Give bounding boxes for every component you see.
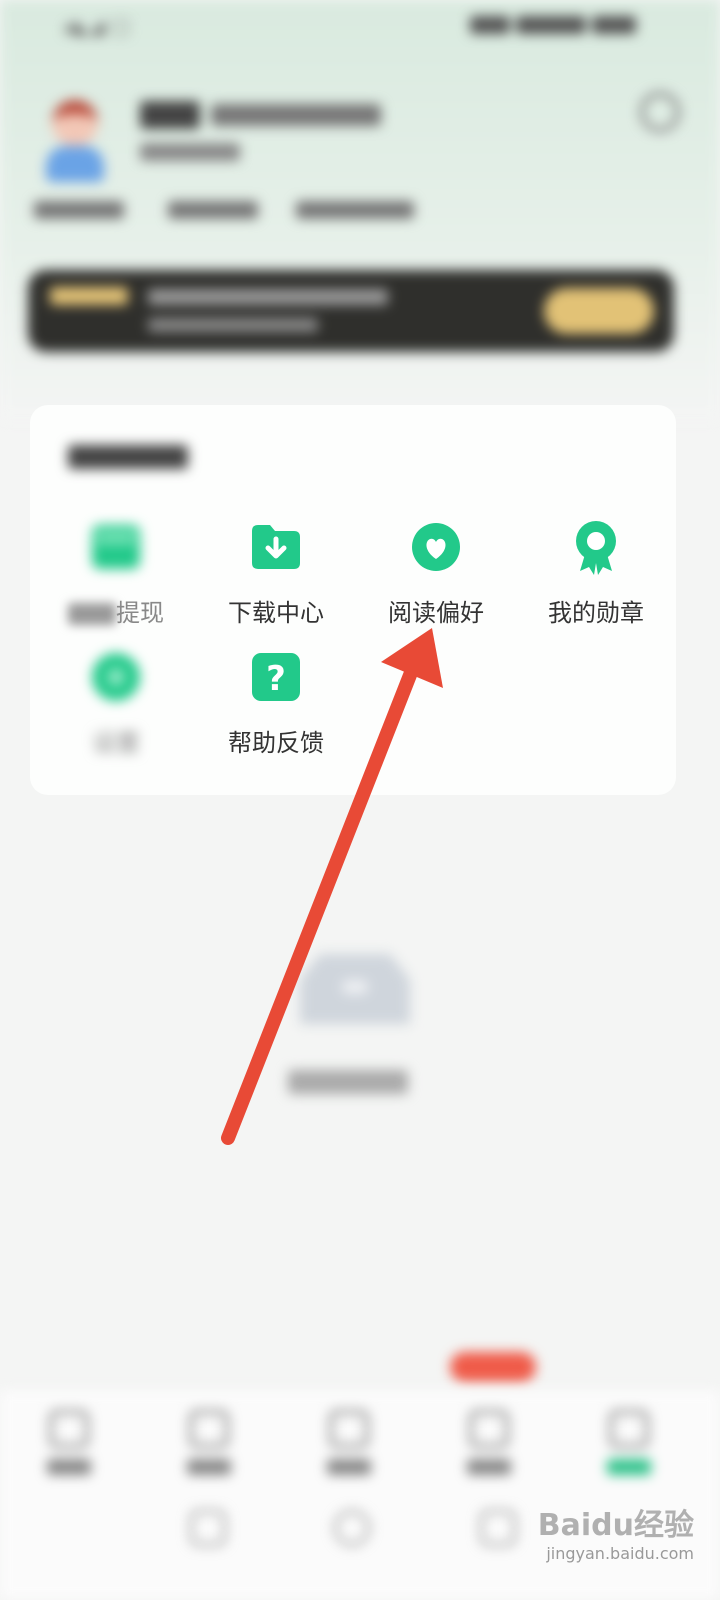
vip-description [148, 286, 388, 310]
service-help-feedback[interactable]: ? 帮助反馈 [196, 647, 356, 777]
help-icon: ? [246, 647, 306, 707]
nav-item[interactable] [34, 1410, 104, 1480]
vip-tag [50, 286, 128, 310]
nav-item[interactable] [314, 1410, 384, 1480]
username [140, 94, 382, 132]
nav-badge [450, 1352, 536, 1382]
service-label: 我的勋章 [548, 599, 644, 627]
service-download-center[interactable]: 下载中心 [196, 517, 356, 647]
nav-item[interactable] [174, 1410, 244, 1480]
empty-box-icon [300, 954, 410, 1024]
nav-item-profile[interactable] [594, 1410, 664, 1480]
stat-item[interactable] [168, 200, 258, 225]
service-label: 下载中心 [228, 599, 324, 627]
stat-item[interactable] [296, 200, 414, 225]
vip-banner[interactable] [28, 270, 674, 352]
svg-text:?: ? [266, 659, 286, 699]
watermark: Baidu经验 jingyan.baidu.com [538, 1500, 694, 1563]
watermark-url: jingyan.baidu.com [546, 1544, 694, 1563]
wallet-icon [86, 517, 146, 577]
header-settings-icon[interactable] [640, 92, 680, 132]
system-back-button[interactable] [190, 1510, 226, 1546]
stat-item[interactable] [34, 200, 124, 225]
service-label: 设置 [92, 729, 140, 757]
vip-subdescription [148, 316, 318, 337]
services-card: 提现 下载中心 阅读偏好 我的勋章 设置 ? 帮助反馈 [30, 405, 676, 795]
service-label: 提现 [36, 593, 196, 628]
services-title [68, 443, 188, 476]
user-subtitle [140, 142, 240, 167]
service-reading-preference[interactable]: 阅读偏好 [356, 517, 516, 647]
avatar[interactable] [40, 96, 110, 186]
empty-text [288, 1070, 408, 1101]
service-my-medals[interactable]: 我的勋章 [516, 517, 676, 647]
gear-icon [86, 647, 146, 707]
baidu-logo: Baidu经验 [537, 1508, 694, 1543]
signal-indicator: ▴◣◢ ▢ [64, 14, 131, 38]
status-bar: ▴◣◢ ▢ [0, 0, 720, 50]
nav-item[interactable] [454, 1410, 524, 1480]
bottom-navigation [0, 1390, 720, 1600]
profile-header[interactable] [40, 90, 680, 190]
download-folder-icon [246, 517, 306, 577]
service-settings[interactable]: 设置 [36, 647, 196, 777]
screen: ▴◣◢ ▢ 提现 下载中心 阅读偏好 我的勋章 设置 ? 帮助反馈 Baidu经… [0, 0, 720, 1600]
service-withdraw[interactable]: 提现 [36, 517, 196, 647]
system-home-button[interactable] [334, 1510, 370, 1546]
service-label: 帮助反馈 [228, 729, 324, 757]
medal-icon [566, 517, 626, 577]
vip-open-button[interactable] [544, 288, 654, 334]
profile-stats [34, 200, 674, 240]
status-icons [470, 14, 650, 34]
system-recents-button[interactable] [480, 1510, 516, 1546]
service-label: 阅读偏好 [388, 599, 484, 627]
heart-icon [406, 517, 466, 577]
